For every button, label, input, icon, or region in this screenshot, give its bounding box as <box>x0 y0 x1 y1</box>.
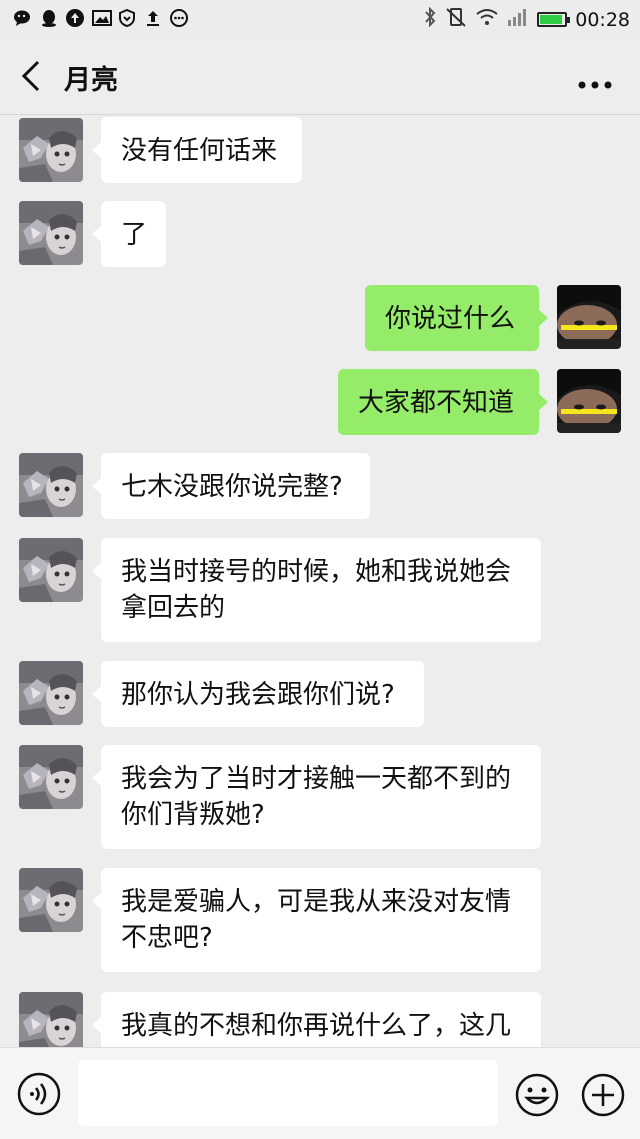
status-left-icons <box>14 8 188 28</box>
gallery-icon <box>92 9 112 27</box>
message-text-line: 我当时接号的时候，她和我说她会 <box>121 557 512 587</box>
voice-icon[interactable] <box>17 1072 61 1116</box>
message-text-line: 我是爱骗人，可是我从来没对友情 <box>121 887 512 917</box>
battery-icon <box>537 12 571 27</box>
avatar[interactable] <box>19 661 83 725</box>
message-bubble[interactable]: 我当时接号的时候，她和我说她会 拿回去的 <box>92 538 541 642</box>
messages-icon <box>170 9 188 27</box>
avatar[interactable] <box>19 118 83 182</box>
message-bubble[interactable]: 我真的不想和你再说什么了，这几 <box>92 992 541 1047</box>
status-right-icons: 00:28 <box>423 6 630 32</box>
message-bubble[interactable]: 我是爱骗人，可是我从来没对友情 不忠吧? <box>92 868 541 972</box>
avatar[interactable] <box>557 285 621 349</box>
qq-icon <box>40 9 58 27</box>
message-text: 了 <box>121 220 148 250</box>
plus-icon[interactable] <box>580 1072 626 1118</box>
message-bubble[interactable]: 大家都不知道 <box>338 369 548 435</box>
input-bar <box>0 1047 640 1139</box>
message-text: 七木没跟你说完整? <box>121 472 343 502</box>
message-text-line: 你们背叛她? <box>121 800 265 830</box>
avatar[interactable] <box>19 453 83 517</box>
bluetooth-icon <box>423 6 437 32</box>
wifi-icon <box>475 8 499 31</box>
message-input[interactable] <box>78 1060 498 1126</box>
avatar[interactable] <box>19 201 83 265</box>
avatar[interactable] <box>557 369 621 433</box>
signal-icon <box>507 8 529 31</box>
more-dots-icon[interactable] <box>578 74 612 89</box>
emoji-icon[interactable] <box>514 1072 560 1118</box>
message-text-line: 我真的不想和你再说什么了，这几 <box>121 1011 512 1041</box>
chat-area[interactable]: 没有任何话来 了 你说过什么 大家都不知道 七木没跟你说完整? 我当时接号的时候… <box>0 115 640 1047</box>
message-text: 大家都不知道 <box>358 388 515 418</box>
message-bubble[interactable]: 七木没跟你说完整? <box>92 453 370 519</box>
message-text: 那你认为我会跟你们说? <box>121 680 395 710</box>
battery-fill <box>540 15 562 24</box>
avatar[interactable] <box>19 745 83 809</box>
message-text-line: 拿回去的 <box>121 593 226 623</box>
avatar[interactable] <box>19 868 83 932</box>
message-bubble[interactable]: 我会为了当时才接触一天都不到的 你们背叛她? <box>92 745 541 849</box>
message-bubble[interactable]: 你说过什么 <box>365 285 548 351</box>
shield-icon <box>118 8 136 28</box>
chevron-left-icon[interactable] <box>18 58 48 94</box>
message-bubble[interactable]: 那你认为我会跟你们说? <box>92 661 424 727</box>
avatar[interactable] <box>19 992 83 1047</box>
avatar[interactable] <box>19 538 83 602</box>
message-bubble[interactable]: 没有任何话来 <box>92 117 302 183</box>
message-text: 你说过什么 <box>385 304 516 334</box>
message-text-line: 我会为了当时才接触一天都不到的 <box>121 764 512 794</box>
wechat-icon <box>14 9 32 27</box>
status-time: 00:28 <box>575 8 630 31</box>
upload-icon <box>144 9 162 27</box>
message-text: 没有任何话来 <box>121 136 278 166</box>
page-title: 月亮 <box>64 65 118 96</box>
message-text-line: 不忠吧? <box>121 923 213 953</box>
chat-header: 月亮 <box>0 38 640 115</box>
message-bubble[interactable]: 了 <box>92 201 166 267</box>
status-bar: 00:28 <box>0 0 640 38</box>
vibrate-off-icon <box>445 7 467 32</box>
upload-circle-icon <box>66 9 84 27</box>
